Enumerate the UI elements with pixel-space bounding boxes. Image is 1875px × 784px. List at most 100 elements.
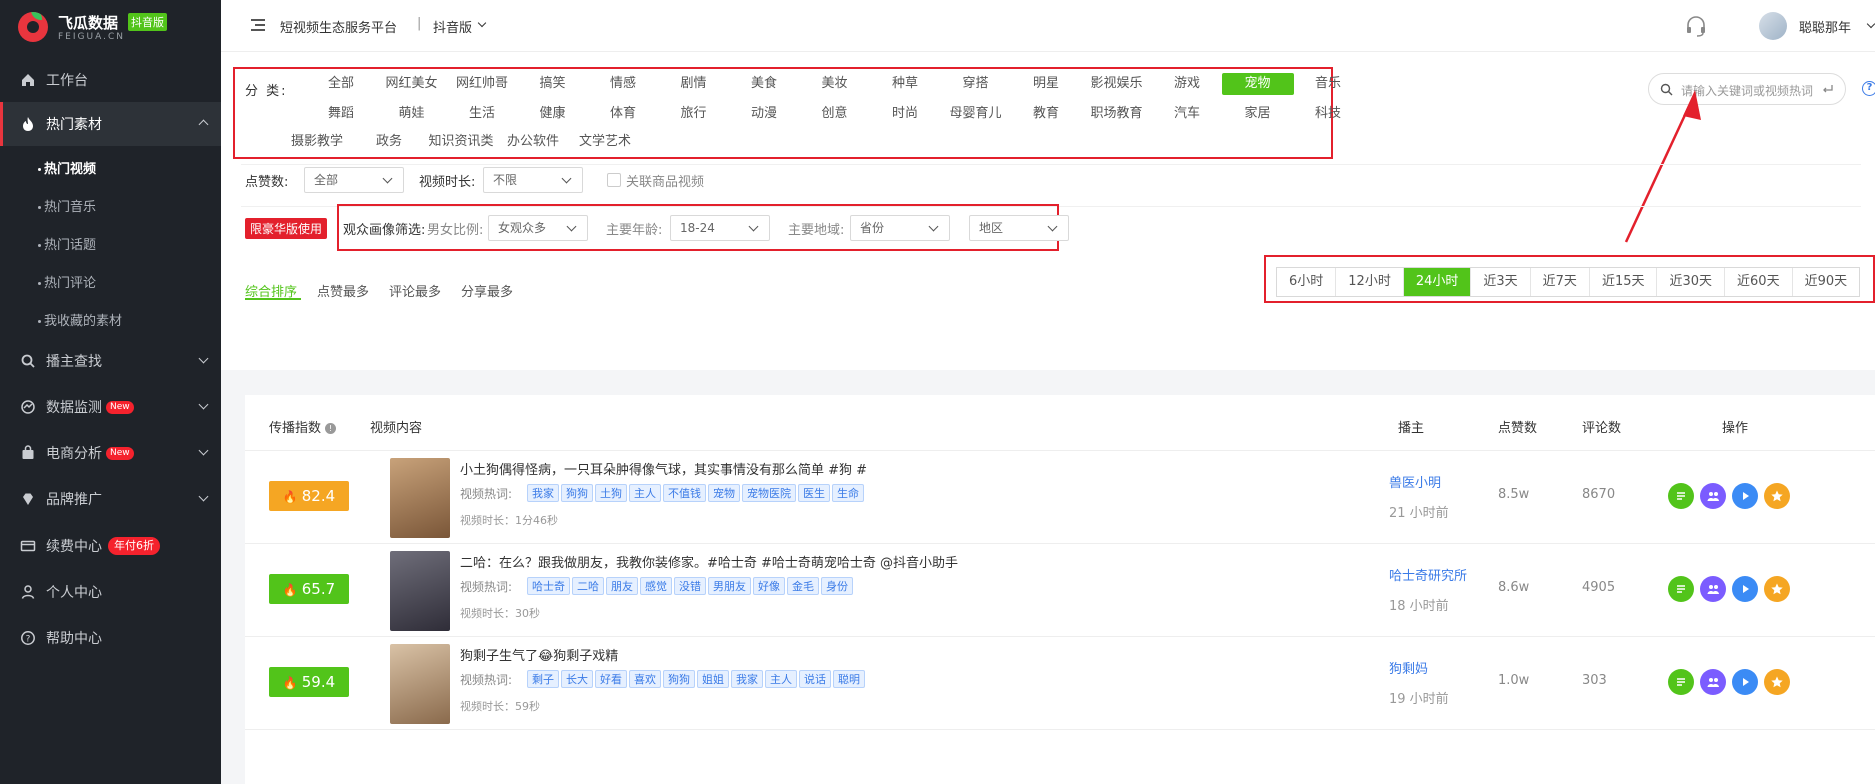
brand-logo[interactable]: 飞瓜数据 抖音版 FEIGUA.CN xyxy=(18,10,208,46)
category-12[interactable]: 影视娱乐 xyxy=(1081,73,1153,95)
time-range-button[interactable]: 24小时 xyxy=(1402,268,1471,296)
category-3[interactable]: 知识资讯类 xyxy=(425,131,497,153)
time-range-button[interactable]: 近90天 xyxy=(1791,268,1860,296)
category-6[interactable]: 旅行 xyxy=(658,103,730,125)
sidebar-sub-hot-topic[interactable]: 热门话题 xyxy=(38,234,96,253)
sidebar-item-renewal[interactable]: 续费中心 年付6折 xyxy=(0,524,221,568)
time-range-button[interactable]: 6小时 xyxy=(1277,268,1336,296)
hot-word-tag[interactable]: 不值钱 xyxy=(663,484,706,502)
sidebar-item-help[interactable]: ? 帮助中心 xyxy=(0,616,221,660)
category-5[interactable]: 体育 xyxy=(587,103,659,125)
hot-word-tag[interactable]: 长大 xyxy=(561,670,593,688)
enter-icon[interactable] xyxy=(1821,83,1834,96)
category-8[interactable]: 美妆 xyxy=(799,73,871,95)
hot-word-tag[interactable]: 我家 xyxy=(527,484,559,502)
video-title[interactable]: 二哈：在么？跟我做朋友，我教你装修家。#哈士奇 #哈士奇萌宠哈士奇 @抖音小助手 xyxy=(460,552,958,571)
table-row[interactable]: 🔥 82.4 小土狗偶得怪病，一只耳朵肿得像气球，其实事情没有那么简单 #狗 # 视频… xyxy=(245,451,1875,544)
category-13[interactable]: 游戏 xyxy=(1151,73,1223,95)
video-thumbnail[interactable] xyxy=(390,644,450,724)
hot-word-tag[interactable]: 感觉 xyxy=(640,577,672,595)
category-10[interactable]: 母婴育儿 xyxy=(940,103,1012,125)
hot-word-tag[interactable]: 土狗 xyxy=(595,484,627,502)
category-9[interactable]: 时尚 xyxy=(869,103,941,125)
play-button[interactable] xyxy=(1732,576,1758,602)
category-7[interactable]: 美食 xyxy=(728,73,800,95)
author-link[interactable]: 哈士奇研究所 xyxy=(1389,565,1467,584)
category-5[interactable]: 文学艺术 xyxy=(569,131,641,153)
category-4[interactable]: 健康 xyxy=(517,103,589,125)
info-icon[interactable]: ! xyxy=(325,423,337,434)
favorite-button[interactable] xyxy=(1764,669,1790,695)
tab-sort-4[interactable]: 分享最多 xyxy=(461,281,513,300)
hot-word-tag[interactable]: 狗狗 xyxy=(561,484,593,502)
hot-word-tag[interactable]: 男朋友 xyxy=(708,577,751,595)
province-select[interactable]: 省份 xyxy=(850,215,950,241)
hot-word-tag[interactable]: 没错 xyxy=(674,577,706,595)
favorite-button[interactable] xyxy=(1764,483,1790,509)
table-row[interactable]: 🔥 65.7 二哈：在么？跟我做朋友，我教你装修家。#哈士奇 #哈士奇萌宠哈士奇 @… xyxy=(245,544,1875,637)
time-range-button[interactable]: 12小时 xyxy=(1335,268,1403,296)
hot-word-tag[interactable]: 好像 xyxy=(753,577,785,595)
category-13[interactable]: 汽车 xyxy=(1151,103,1223,125)
menu-collapse-icon[interactable] xyxy=(251,19,265,31)
area-select[interactable]: 地区 xyxy=(969,215,1069,241)
sidebar-sub-hot-music[interactable]: 热门音乐 xyxy=(38,196,96,215)
sidebar-sub-hot-video[interactable]: 热门视频 xyxy=(38,158,96,177)
hot-word-tag[interactable]: 生命 xyxy=(832,484,864,502)
category-2[interactable]: 网红美女 xyxy=(376,73,448,95)
category-8[interactable]: 创意 xyxy=(799,103,871,125)
hot-word-tag[interactable]: 哈士奇 xyxy=(527,577,570,595)
avatar[interactable] xyxy=(1759,12,1787,40)
category-10[interactable]: 穿搭 xyxy=(940,73,1012,95)
video-title[interactable]: 狗剩子生气了😂狗剩子戏精 xyxy=(460,645,618,664)
sidebar-item-anchor-search[interactable]: 播主查找 xyxy=(0,339,221,383)
category-2[interactable]: 萌娃 xyxy=(376,103,448,125)
time-range-button[interactable]: 近30天 xyxy=(1656,268,1725,296)
category-7[interactable]: 动漫 xyxy=(728,103,800,125)
audience-button[interactable] xyxy=(1700,576,1726,602)
hot-word-tag[interactable]: 喜欢 xyxy=(629,670,661,688)
category-15[interactable]: 音乐 xyxy=(1292,73,1364,95)
author-link[interactable]: 狗剩妈 xyxy=(1389,658,1428,677)
hot-word-tag[interactable]: 好看 xyxy=(595,670,627,688)
hot-word-tag[interactable]: 宠物 xyxy=(708,484,740,502)
hot-word-tag[interactable]: 二哈 xyxy=(572,577,604,595)
sidebar-item-ecommerce[interactable]: 电商分析 New xyxy=(0,431,221,475)
time-range-button[interactable]: 近60天 xyxy=(1724,268,1792,296)
hot-word-tag[interactable]: 宠物医院 xyxy=(742,484,796,502)
category-4[interactable]: 办公软件 xyxy=(497,131,569,153)
hot-word-tag[interactable]: 我家 xyxy=(731,670,763,688)
sidebar-item-hot-material[interactable]: 热门素材 xyxy=(0,102,221,146)
category-15[interactable]: 科技 xyxy=(1292,103,1364,125)
hot-word-tag[interactable]: 狗狗 xyxy=(663,670,695,688)
table-row[interactable]: 🔥 59.4 狗剩子生气了😂狗剩子戏精 视频热词: 剩子 长大 好看 喜欢 狗狗 姐姐 我家 主人 说话… xyxy=(245,637,1875,730)
category-6[interactable]: 剧情 xyxy=(658,73,730,95)
video-thumbnail[interactable] xyxy=(390,458,450,538)
author-link[interactable]: 兽医小明 xyxy=(1389,472,1441,491)
hot-word-tag[interactable]: 说话 xyxy=(799,670,831,688)
audience-button[interactable] xyxy=(1700,483,1726,509)
sidebar-item-workbench[interactable]: 工作台 xyxy=(0,58,221,102)
video-title[interactable]: 小土狗偶得怪病，一只耳朵肿得像气球，其实事情没有那么简单 #狗 # xyxy=(460,459,867,478)
user-name[interactable]: 聪聪那年 xyxy=(1799,17,1851,36)
sidebar-item-personal[interactable]: 个人中心 xyxy=(0,570,221,614)
category-5[interactable]: 情感 xyxy=(587,73,659,95)
hot-word-tag[interactable]: 剩子 xyxy=(527,670,559,688)
category-14[interactable]: 家居 xyxy=(1222,103,1294,125)
video-thumbnail[interactable] xyxy=(390,551,450,631)
headset-icon[interactable] xyxy=(1684,14,1708,38)
category-1[interactable]: 摄影教学 xyxy=(281,131,353,153)
category-11[interactable]: 明星 xyxy=(1010,73,1082,95)
category-12[interactable]: 职场教育 xyxy=(1081,103,1153,125)
audience-button[interactable] xyxy=(1700,669,1726,695)
category-3[interactable]: 网红帅哥 xyxy=(446,73,518,95)
hot-word-tag[interactable]: 聪明 xyxy=(833,670,865,688)
sidebar-item-data-monitor[interactable]: 数据监测 New xyxy=(0,385,221,429)
sidebar-sub-hot-comment[interactable]: 热门评论 xyxy=(38,272,96,291)
tab-sort-3[interactable]: 评论最多 xyxy=(389,281,441,300)
help-question-icon[interactable]: ? xyxy=(1862,81,1875,96)
age-select[interactable]: 18-24 xyxy=(670,215,770,241)
detail-button[interactable] xyxy=(1668,576,1694,602)
gender-select[interactable]: 女观众多 xyxy=(488,215,588,241)
category-11[interactable]: 教育 xyxy=(1010,103,1082,125)
